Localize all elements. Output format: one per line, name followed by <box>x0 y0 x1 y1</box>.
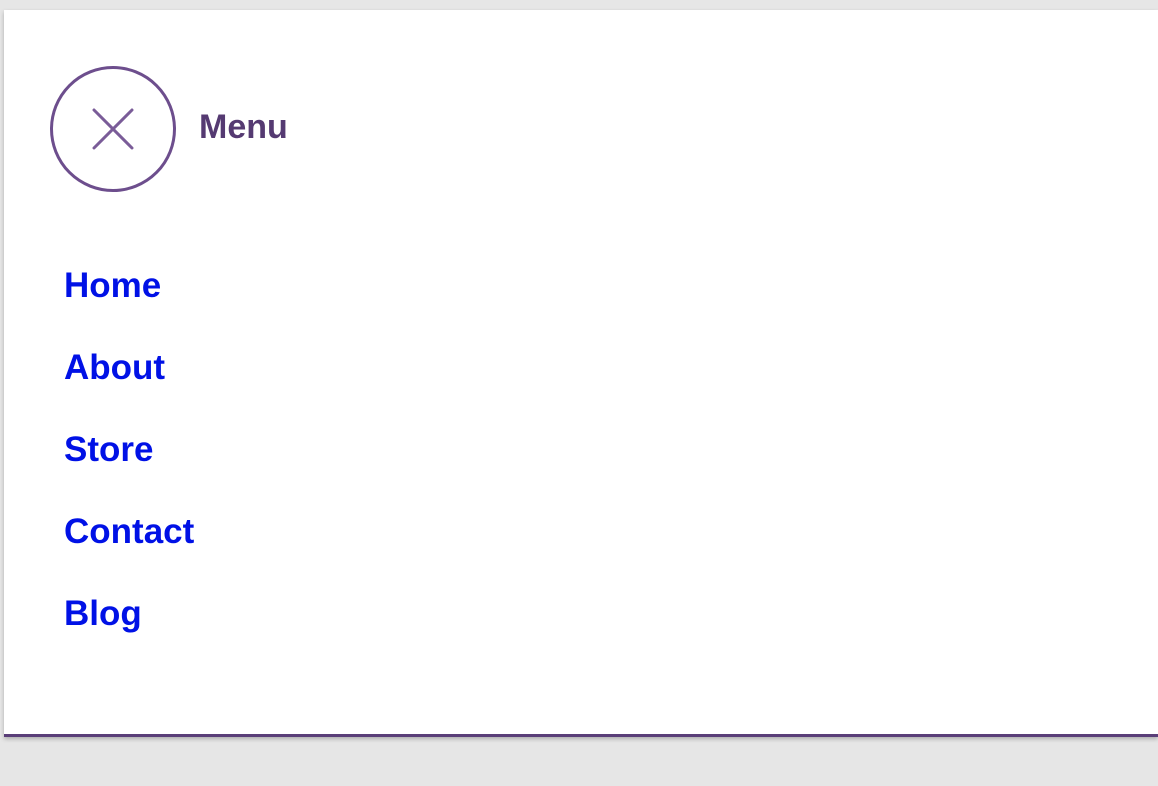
close-menu-button[interactable] <box>50 66 176 192</box>
nav-link-store[interactable]: Store <box>64 428 153 472</box>
menu-title: Menu <box>199 107 288 146</box>
nav-item-about: About <box>64 346 194 428</box>
menu-panel: Menu Home About Store Contact Blog <box>4 10 1158 737</box>
nav-link-about[interactable]: About <box>64 346 165 390</box>
nav-item-home: Home <box>64 264 194 346</box>
menu-header: Menu <box>50 66 288 192</box>
nav-item-contact: Contact <box>64 510 194 592</box>
nav-link-home[interactable]: Home <box>64 264 161 308</box>
nav-link-blog[interactable]: Blog <box>64 592 142 636</box>
nav-list: Home About Store Contact Blog <box>64 264 194 674</box>
nav-item-blog: Blog <box>64 592 194 674</box>
close-icon <box>92 108 134 150</box>
nav-link-contact[interactable]: Contact <box>64 510 194 554</box>
nav-item-store: Store <box>64 428 194 510</box>
